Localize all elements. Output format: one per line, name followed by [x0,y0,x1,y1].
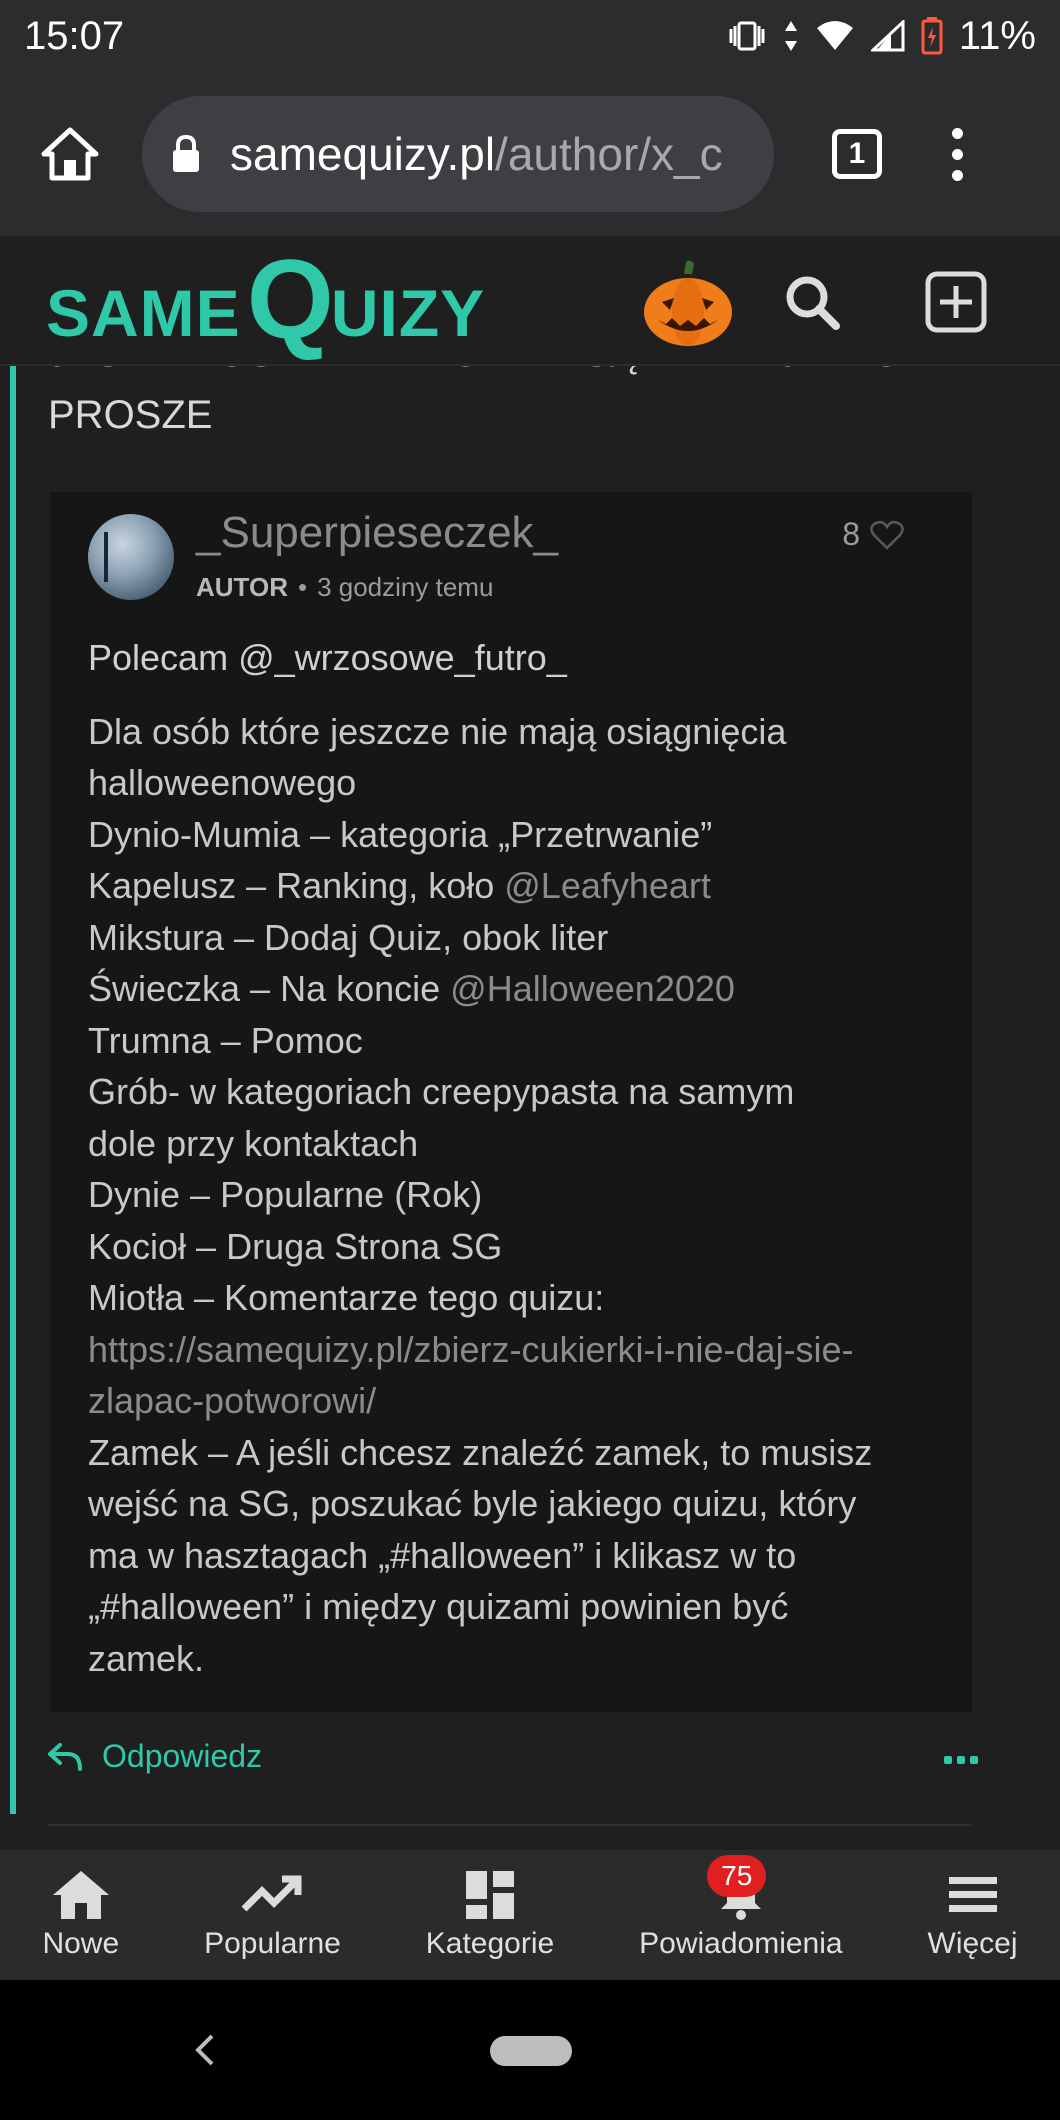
url-path: /author/x_c [495,128,723,180]
home-icon [52,1871,109,1919]
tab-count: 1 [848,137,866,170]
nav-label: Więcej [927,1927,1018,1960]
mention-link[interactable]: @Halloween2020 [450,968,735,1009]
quiz-link[interactable]: https://samequizy.pl/zbierz-cukierki-i-n… [88,1324,918,1376]
mention-link[interactable]: @Leafyheart [504,865,711,906]
comment-first-line: Polecam @_wrzosowe_futro_ [88,637,567,678]
meta-separator: • [297,572,308,602]
pumpkin-icon[interactable] [640,258,736,350]
comment-line-text: Świeczka – Na koncie [88,968,451,1009]
search-icon[interactable] [782,272,842,332]
comments-section: JEŚLI KTOŚ NIE WIE GDZIE SĄ NAKLEJKI TO … [0,364,1060,1850]
previous-comment-text: JEŚLI KTOŚ NIE WIE GDZIE SĄ NAKLEJKI TO … [48,364,902,437]
menu-dot [952,169,963,181]
system-home-button[interactable] [490,2036,572,2066]
nav-item-nowe[interactable]: Nowe [42,1869,119,1961]
logo-uizy: UIZY [330,276,486,350]
site-header: SAME Q UIZY [0,236,1060,366]
tabs-button[interactable]: 1 [832,129,882,179]
quiz-link-continued[interactable]: zlapac-potworowi/ [88,1375,918,1427]
comment-line: Dla osób które jeszcze nie mają osiągnię… [88,710,787,752]
menu-dot [952,127,963,139]
comment-line-text: Kapelusz – Ranking, koło [88,865,505,906]
reply-comment: _Superpieseczek_ AUTOR • 3 godziny temu 8 … [50,492,972,1712]
nav-label: Nowe [42,1927,120,1960]
thread-indicator [10,364,16,1814]
trending-icon [241,1875,302,1912]
comment-line-swieczka: Świeczka – Na koncie @Halloween2020 [88,963,918,1015]
nav-item-popularne[interactable]: Popularne [204,1869,341,1961]
nav-label: Powiadomienia [639,1927,843,1960]
comment-line: Mikstura – Dodaj Quiz, obok liter [88,916,609,958]
status-bar: 15:07 11% [0,0,1060,72]
lock-icon [173,134,199,172]
reply-button[interactable]: Odpowiedz [48,1738,262,1775]
notification-badge: 75 [707,1855,767,1897]
comment-line: ma w hasztagach „#halloween” i klikasz w… [88,1534,797,1576]
comment-line-kapelusz: Kapelusz – Ranking, koło @Leafyheart [88,860,918,912]
signal-icon [870,20,905,52]
comment-line: Dynie – Popularne (Rok) [88,1174,483,1215]
battery-icon [921,17,943,55]
comment-line: Kocioł – Druga Strona SG [88,1225,503,1267]
samequizy-logo[interactable]: SAME Q UIZY [46,236,485,364]
vibrate-icon [729,21,765,51]
comment-line: Grób- w kategoriach creepypasta na samym [88,1071,795,1112]
nav-label: Popularne [204,1927,341,1960]
comment-time: 3 godziny temu [317,572,494,602]
comment-meta: AUTOR • 3 godziny temu [196,572,493,603]
home-outline-icon [41,127,99,181]
heart-icon [870,520,904,550]
browser-menu-button[interactable] [952,127,963,181]
status-time: 15:07 [24,13,125,58]
more-options-button[interactable] [944,1756,978,1764]
data-arrows-icon [784,21,797,51]
comment-line: halloweenowego [88,762,357,803]
add-quiz-icon[interactable] [924,270,988,334]
url-host: samequizy.pl [230,128,496,180]
avatar[interactable] [88,514,174,600]
logo-q: Q [246,237,335,362]
nav-item-wiecej[interactable]: Więcej [928,1869,1018,1961]
back-icon[interactable] [190,2030,220,2070]
status-icons: 11% [727,14,1036,59]
reply-label: Odpowiedz [102,1738,263,1774]
browser-home-button[interactable] [28,112,112,196]
more-dot [970,1756,978,1764]
dashboard-icon [466,1871,514,1919]
more-dot [944,1756,952,1764]
comment-line: dole przy kontaktach [88,1122,419,1164]
comment-line: Trumna – Pomoc [88,1019,363,1061]
comment-line: „#halloween” i między quizami powinien b… [88,1586,789,1627]
nav-label: Kategorie [425,1927,555,1960]
menu-icon [948,1877,997,1912]
author-badge: AUTOR [196,572,288,602]
browser-toolbar: samequizy.pl/author/x_c 1 [0,72,1060,236]
nav-item-powiadomienia[interactable]: 75 Powiadomienia [639,1855,843,1961]
url-bar[interactable]: samequizy.pl/author/x_c [142,96,774,212]
more-dot [957,1756,965,1764]
menu-dot [952,148,963,160]
battery-percent: 11% [958,13,1036,58]
logo-same: SAME [46,276,241,350]
comment-line: wejść na SG, poszukać byle jakiego quizu… [88,1483,857,1524]
wifi-icon [816,21,853,50]
comment-line: zamek. [88,1637,205,1679]
divider [48,1824,972,1826]
system-navigation-bar [0,1980,1060,2120]
reply-arrow-icon [48,1742,82,1771]
like-button[interactable]: 8 [842,516,904,553]
comment-line: Zamek – A jeśli chcesz znaleźć zamek, to… [88,1431,873,1473]
like-count: 8 [842,516,860,552]
comment-line: Dynio-Mumia – kategoria „Przetrwanie” [88,813,713,855]
bottom-navigation: Nowe Popularne Kategorie 75 Powiadomieni… [0,1850,1060,1980]
comment-line: Miotła – Komentarze tego quizu: [88,1277,605,1318]
comment-body: Polecam @_wrzosowe_futro_ Dla osób które… [88,632,918,1684]
comment-author[interactable]: _Superpieseczek_ [196,508,558,558]
nav-item-kategorie[interactable]: Kategorie [426,1869,554,1961]
